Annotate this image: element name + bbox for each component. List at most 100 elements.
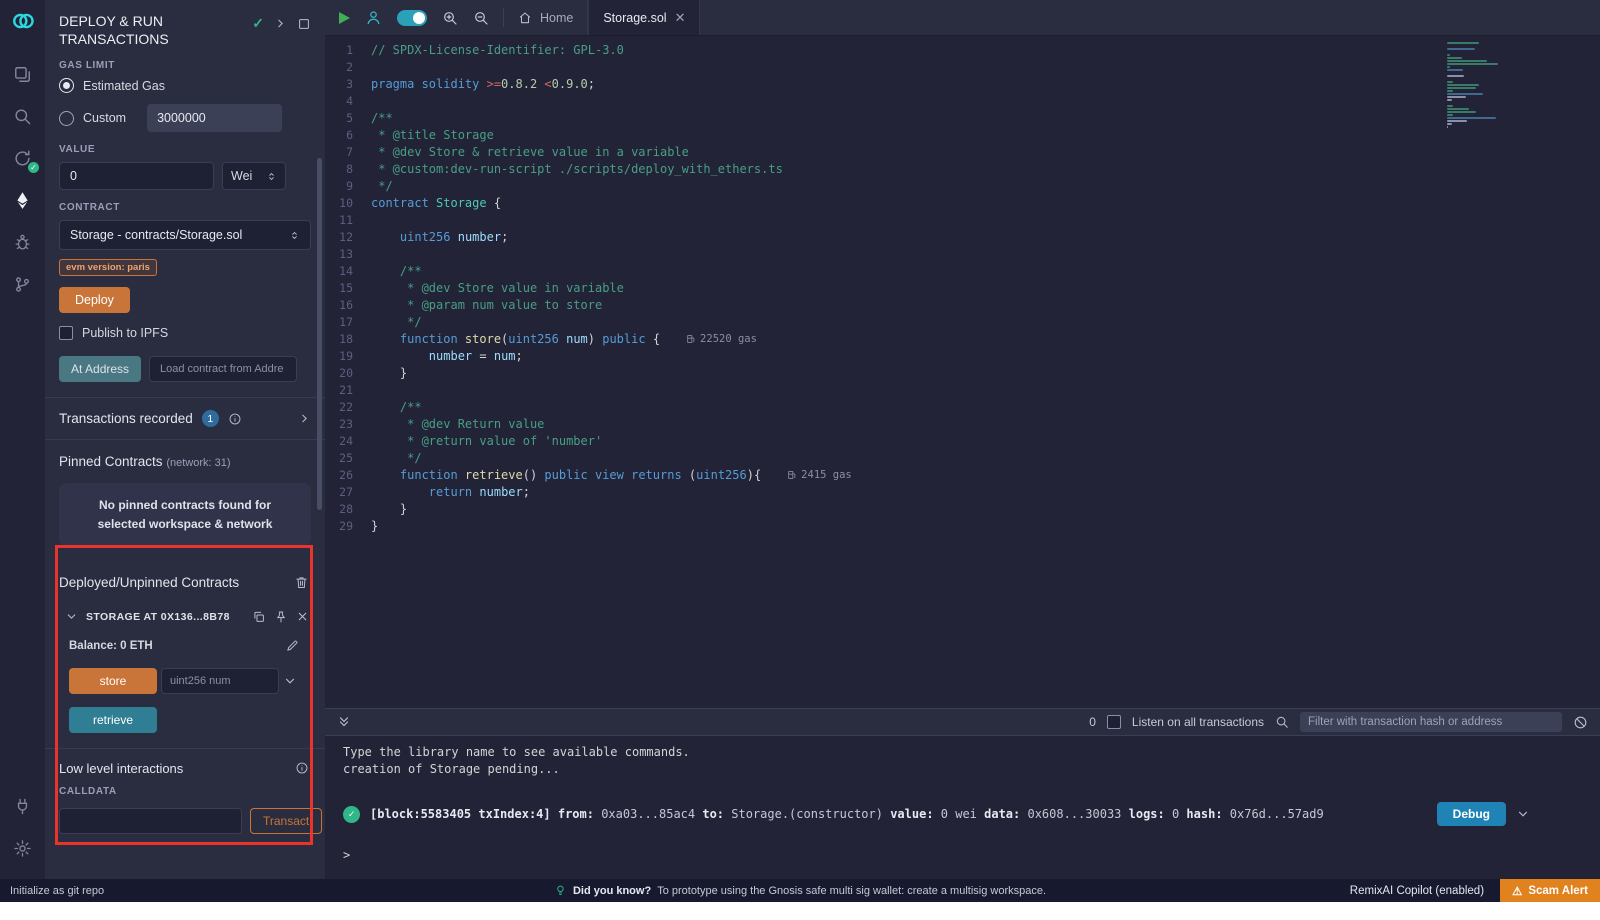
- deploy-button[interactable]: Deploy: [59, 287, 130, 313]
- scam-alert-badge[interactable]: ⚠ Scam Alert: [1500, 879, 1600, 902]
- editor-column: Home Storage.sol ✕ 1// SPDX-License-Iden…: [325, 0, 1600, 879]
- info-icon[interactable]: [295, 761, 309, 775]
- terminal-lines: Type the library name to see available c…: [343, 744, 1600, 778]
- retrieve-function-button[interactable]: retrieve: [69, 707, 157, 733]
- code-line: 25 */: [325, 449, 1600, 466]
- chevron-right-icon[interactable]: [274, 17, 287, 30]
- pin-icon[interactable]: [274, 610, 288, 624]
- edit-icon[interactable]: [285, 639, 299, 653]
- store-function-button[interactable]: store: [69, 668, 157, 694]
- close-tab-icon[interactable]: ✕: [675, 11, 686, 24]
- debug-button[interactable]: Debug: [1437, 802, 1506, 826]
- deployed-contracts-title: Deployed/Unpinned Contracts: [59, 575, 239, 590]
- custom-gas-input[interactable]: [147, 104, 282, 132]
- code-line: 6 * @title Storage: [325, 126, 1600, 143]
- terminal-filter-input[interactable]: [1300, 712, 1562, 732]
- transactions-count-badge: 1: [202, 410, 219, 427]
- git-icon[interactable]: [0, 263, 45, 305]
- code-lines: 1// SPDX-License-Identifier: GPL-3.023pr…: [325, 41, 1600, 534]
- value-unit-select[interactable]: Wei: [222, 162, 286, 190]
- code-line: 16 * @param num value to store: [325, 296, 1600, 313]
- at-address-button[interactable]: At Address: [59, 356, 141, 382]
- at-address-input[interactable]: [149, 356, 297, 382]
- code-line: 19 number = num;: [325, 347, 1600, 364]
- code-line: 26 function retrieve() public view retur…: [325, 466, 1600, 483]
- debugger-icon[interactable]: [0, 221, 45, 263]
- close-icon[interactable]: [296, 610, 309, 623]
- code-editor[interactable]: 1// SPDX-License-Identifier: GPL-3.023pr…: [325, 36, 1600, 708]
- tx-log-text: [block:5583405 txIndex:4] from: 0xa03...…: [370, 807, 1427, 821]
- contract-instance-label: STORAGE AT 0X136...8B78: [86, 611, 230, 623]
- remix-logo-icon[interactable]: [10, 8, 36, 39]
- status-bar: Initialize as git repo Did you know? To …: [0, 879, 1600, 902]
- deploy-and-run-icon[interactable]: [0, 179, 45, 221]
- evm-version-badge: evm version: paris: [59, 259, 157, 276]
- chevron-down-icon[interactable]: [283, 674, 297, 688]
- chevron-down-icon[interactable]: [65, 610, 78, 623]
- code-line: 23 * @dev Return value: [325, 415, 1600, 432]
- terminal-line: creation of Storage pending...: [343, 761, 1600, 778]
- transaction-log-row[interactable]: ✓ [block:5583405 txIndex:4] from: 0xa03.…: [343, 802, 1600, 826]
- listen-all-checkbox[interactable]: [1107, 715, 1121, 729]
- terminal-prompt[interactable]: >: [343, 848, 1600, 862]
- info-icon[interactable]: [228, 412, 242, 426]
- code-line: 5/**: [325, 109, 1600, 126]
- remix-ai-icon[interactable]: [365, 9, 382, 26]
- tab-home[interactable]: Home: [504, 0, 588, 35]
- solidity-compiler-icon[interactable]: ✓: [0, 137, 45, 179]
- clear-console-icon[interactable]: [1573, 715, 1588, 730]
- value-input[interactable]: [59, 162, 214, 190]
- store-arg-input[interactable]: [161, 668, 279, 694]
- plugin-manager-icon[interactable]: [0, 785, 45, 827]
- tx-success-icon: ✓: [343, 806, 360, 823]
- transact-button[interactable]: Transact: [250, 808, 322, 834]
- zoom-out-icon[interactable]: [473, 10, 489, 26]
- publish-ipfs-checkbox[interactable]: [59, 326, 73, 340]
- low-level-title: Low level interactions: [59, 761, 183, 776]
- tab-storage-sol[interactable]: Storage.sol ✕: [588, 0, 700, 35]
- panel-scrollbar[interactable]: [317, 158, 322, 510]
- copilot-status[interactable]: RemixAI Copilot (enabled): [1350, 885, 1484, 897]
- listen-count: 0: [1089, 715, 1096, 729]
- terminal-line: Type the library name to see available c…: [343, 744, 1600, 761]
- run-script-icon[interactable]: [339, 12, 350, 24]
- home-icon: [518, 11, 532, 25]
- tip-bold-text: Did you know?: [573, 885, 651, 897]
- balance-label: Balance: 0 ETH: [69, 640, 153, 652]
- settings-icon[interactable]: [0, 827, 45, 869]
- transactions-recorded-row[interactable]: Transactions recorded 1: [45, 398, 325, 439]
- git-init-button[interactable]: Initialize as git repo: [0, 885, 104, 897]
- calldata-label: CALLDATA: [59, 786, 311, 797]
- lightbulb-icon: [554, 884, 567, 897]
- code-line: 10contract Storage {: [325, 194, 1600, 211]
- copy-icon[interactable]: [252, 610, 266, 624]
- copilot-toggle[interactable]: [397, 10, 427, 26]
- search-icon[interactable]: [0, 95, 45, 137]
- code-line: 1// SPDX-License-Identifier: GPL-3.0: [325, 41, 1600, 58]
- gas-estimate: 22520 gas: [686, 333, 757, 345]
- code-line: 28 }: [325, 500, 1600, 517]
- code-line: 11: [325, 211, 1600, 228]
- terminal[interactable]: Type the library name to see available c…: [325, 736, 1600, 879]
- code-line: 27 return number;: [325, 483, 1600, 500]
- expand-log-icon[interactable]: [1516, 807, 1530, 821]
- page-bottom-gap: [0, 902, 1600, 920]
- search-icon[interactable]: [1275, 715, 1289, 729]
- pin-panel-icon[interactable]: [297, 17, 311, 31]
- estimated-gas-radio[interactable]: [59, 78, 74, 93]
- value-unit: Wei: [231, 169, 252, 183]
- file-explorer-icon[interactable]: [0, 53, 45, 95]
- custom-gas-radio[interactable]: [59, 111, 74, 126]
- updown-icon: [266, 171, 277, 182]
- collapse-terminal-icon[interactable]: [337, 715, 351, 729]
- chevron-right-icon[interactable]: [298, 412, 311, 425]
- code-line: 22 /**: [325, 398, 1600, 415]
- zoom-in-icon[interactable]: [442, 10, 458, 26]
- code-line: 21: [325, 381, 1600, 398]
- trash-icon[interactable]: [294, 575, 309, 590]
- contract-select[interactable]: Storage - contracts/Storage.sol: [59, 220, 311, 250]
- transactions-recorded-label: Transactions recorded: [59, 411, 193, 426]
- listen-all-label: Listen on all transactions: [1132, 715, 1264, 729]
- editor-toolbar: Home Storage.sol ✕: [325, 0, 1600, 36]
- calldata-input[interactable]: [59, 808, 242, 834]
